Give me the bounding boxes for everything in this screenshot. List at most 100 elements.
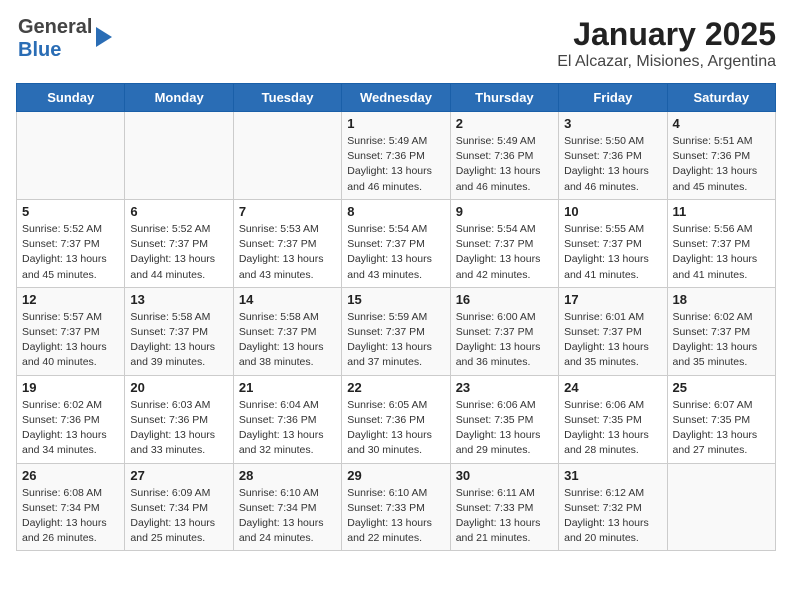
day-info: Sunrise: 6:06 AM Sunset: 7:35 PM Dayligh… [564, 398, 661, 459]
day-number: 4 [673, 116, 770, 131]
page-subtitle: El Alcazar, Misiones, Argentina [557, 53, 776, 71]
calendar-week-row: 12 Sunrise: 5:57 AM Sunset: 7:37 PM Dayli… [17, 287, 776, 375]
day-info: Sunrise: 6:06 AM Sunset: 7:35 PM Dayligh… [456, 398, 553, 459]
calendar-day-cell: 14 Sunrise: 5:58 AM Sunset: 7:37 PM Dayli… [233, 287, 341, 375]
calendar-day-cell: 21Sunrise: 6:04 AM Sunset: 7:36 PM Dayli… [233, 375, 341, 463]
calendar-day-cell: 1 Sunrise: 5:49 AM Sunset: 7:36 PM Daylig… [342, 112, 450, 200]
logo-chevron-icon [96, 27, 112, 47]
day-info: Sunrise: 6:01 AM Sunset: 7:37 PM Dayligh… [564, 310, 661, 371]
day-info: Sunrise: 5:56 AM Sunset: 7:37 PM Dayligh… [673, 222, 770, 283]
calendar-day-cell: 30Sunrise: 6:11 AM Sunset: 7:33 PM Dayli… [450, 463, 558, 551]
day-info: Sunrise: 6:09 AM Sunset: 7:34 PM Dayligh… [130, 486, 227, 547]
day-info: Sunrise: 5:58 AM Sunset: 7:37 PM Dayligh… [130, 310, 227, 371]
day-of-week-header: Sunday [17, 84, 125, 112]
day-number: 19 [22, 380, 119, 395]
day-of-week-header: Tuesday [233, 84, 341, 112]
day-number: 9 [456, 204, 553, 219]
day-info: Sunrise: 5:52 AM Sunset: 7:37 PM Dayligh… [130, 222, 227, 283]
day-info: Sunrise: 6:00 AM Sunset: 7:37 PM Dayligh… [456, 310, 553, 371]
day-number: 3 [564, 116, 661, 131]
day-number: 10 [564, 204, 661, 219]
day-number: 25 [673, 380, 770, 395]
day-info: Sunrise: 5:58 AM Sunset: 7:37 PM Dayligh… [239, 310, 336, 371]
day-info: Sunrise: 5:59 AM Sunset: 7:37 PM Dayligh… [347, 310, 444, 371]
day-info: Sunrise: 6:05 AM Sunset: 7:36 PM Dayligh… [347, 398, 444, 459]
day-info: Sunrise: 6:10 AM Sunset: 7:33 PM Dayligh… [347, 486, 444, 547]
logo-blue: Blue [18, 39, 92, 62]
day-info: Sunrise: 6:04 AM Sunset: 7:36 PM Dayligh… [239, 398, 336, 459]
calendar-day-cell: 2 Sunrise: 5:49 AM Sunset: 7:36 PM Daylig… [450, 112, 558, 200]
calendar-header-row: SundayMondayTuesdayWednesdayThursdayFrid… [17, 84, 776, 112]
day-info: Sunrise: 6:02 AM Sunset: 7:36 PM Dayligh… [22, 398, 119, 459]
calendar-day-cell: 12 Sunrise: 5:57 AM Sunset: 7:37 PM Dayli… [17, 287, 125, 375]
calendar-day-cell: 29 Sunrise: 6:10 AM Sunset: 7:33 PM Dayli… [342, 463, 450, 551]
calendar-day-cell [125, 112, 233, 200]
day-number: 31 [564, 468, 661, 483]
calendar-day-cell: 22 Sunrise: 6:05 AM Sunset: 7:36 PM Dayli… [342, 375, 450, 463]
day-number: 16 [456, 292, 553, 307]
day-info: Sunrise: 5:52 AM Sunset: 7:37 PM Dayligh… [22, 222, 119, 283]
day-info: Sunrise: 5:53 AM Sunset: 7:37 PM Dayligh… [239, 222, 336, 283]
day-info: Sunrise: 5:51 AM Sunset: 7:36 PM Dayligh… [673, 134, 770, 195]
calendar-day-cell: 11Sunrise: 5:56 AM Sunset: 7:37 PM Dayli… [667, 199, 775, 287]
day-info: Sunrise: 5:49 AM Sunset: 7:36 PM Dayligh… [456, 134, 553, 195]
logo-general: General [18, 16, 92, 39]
day-of-week-header: Thursday [450, 84, 558, 112]
calendar-week-row: 5 Sunrise: 5:52 AM Sunset: 7:37 PM Daylig… [17, 199, 776, 287]
day-info: Sunrise: 6:08 AM Sunset: 7:34 PM Dayligh… [22, 486, 119, 547]
day-number: 13 [130, 292, 227, 307]
logo-text: General Blue [18, 16, 92, 62]
calendar-day-cell: 23 Sunrise: 6:06 AM Sunset: 7:35 PM Dayli… [450, 375, 558, 463]
day-of-week-header: Monday [125, 84, 233, 112]
calendar-day-cell: 8Sunrise: 5:54 AM Sunset: 7:37 PM Daylig… [342, 199, 450, 287]
calendar-day-cell: 27 Sunrise: 6:09 AM Sunset: 7:34 PM Dayli… [125, 463, 233, 551]
calendar-day-cell: 5 Sunrise: 5:52 AM Sunset: 7:37 PM Daylig… [17, 199, 125, 287]
calendar-day-cell: 19 Sunrise: 6:02 AM Sunset: 7:36 PM Dayli… [17, 375, 125, 463]
day-info: Sunrise: 5:54 AM Sunset: 7:37 PM Dayligh… [347, 222, 444, 283]
day-number: 12 [22, 292, 119, 307]
day-of-week-header: Friday [559, 84, 667, 112]
day-info: Sunrise: 6:03 AM Sunset: 7:36 PM Dayligh… [130, 398, 227, 459]
day-number: 6 [130, 204, 227, 219]
calendar-day-cell: 10Sunrise: 5:55 AM Sunset: 7:37 PM Dayli… [559, 199, 667, 287]
page-header: General Blue January 2025 El Alcazar, Mi… [16, 16, 776, 71]
calendar-day-cell: 18 Sunrise: 6:02 AM Sunset: 7:37 PM Dayli… [667, 287, 775, 375]
day-info: Sunrise: 6:02 AM Sunset: 7:37 PM Dayligh… [673, 310, 770, 371]
day-number: 14 [239, 292, 336, 307]
day-info: Sunrise: 5:50 AM Sunset: 7:36 PM Dayligh… [564, 134, 661, 195]
day-number: 26 [22, 468, 119, 483]
day-number: 22 [347, 380, 444, 395]
day-info: Sunrise: 6:12 AM Sunset: 7:32 PM Dayligh… [564, 486, 661, 547]
calendar-day-cell: 20Sunrise: 6:03 AM Sunset: 7:36 PM Dayli… [125, 375, 233, 463]
calendar-day-cell: 15 Sunrise: 5:59 AM Sunset: 7:37 PM Dayli… [342, 287, 450, 375]
day-number: 5 [22, 204, 119, 219]
calendar-day-cell: 31 Sunrise: 6:12 AM Sunset: 7:32 PM Dayli… [559, 463, 667, 551]
page-title: January 2025 [557, 16, 776, 53]
day-info: Sunrise: 5:54 AM Sunset: 7:37 PM Dayligh… [456, 222, 553, 283]
day-number: 1 [347, 116, 444, 131]
calendar-day-cell: 6 Sunrise: 5:52 AM Sunset: 7:37 PM Daylig… [125, 199, 233, 287]
day-number: 18 [673, 292, 770, 307]
calendar-week-row: 1 Sunrise: 5:49 AM Sunset: 7:36 PM Daylig… [17, 112, 776, 200]
calendar-week-row: 19 Sunrise: 6:02 AM Sunset: 7:36 PM Dayli… [17, 375, 776, 463]
day-number: 29 [347, 468, 444, 483]
day-of-week-header: Saturday [667, 84, 775, 112]
calendar-day-cell: 26 Sunrise: 6:08 AM Sunset: 7:34 PM Dayli… [17, 463, 125, 551]
calendar-day-cell: 17Sunrise: 6:01 AM Sunset: 7:37 PM Dayli… [559, 287, 667, 375]
day-number: 24 [564, 380, 661, 395]
calendar-day-cell: 13 Sunrise: 5:58 AM Sunset: 7:37 PM Dayli… [125, 287, 233, 375]
day-number: 27 [130, 468, 227, 483]
calendar-day-cell: 25Sunrise: 6:07 AM Sunset: 7:35 PM Dayli… [667, 375, 775, 463]
day-number: 30 [456, 468, 553, 483]
calendar-table: SundayMondayTuesdayWednesdayThursdayFrid… [16, 83, 776, 551]
calendar-day-cell: 4 Sunrise: 5:51 AM Sunset: 7:36 PM Daylig… [667, 112, 775, 200]
day-number: 23 [456, 380, 553, 395]
calendar-day-cell: 28Sunrise: 6:10 AM Sunset: 7:34 PM Dayli… [233, 463, 341, 551]
day-number: 7 [239, 204, 336, 219]
calendar-week-row: 26 Sunrise: 6:08 AM Sunset: 7:34 PM Dayli… [17, 463, 776, 551]
day-info: Sunrise: 5:49 AM Sunset: 7:36 PM Dayligh… [347, 134, 444, 195]
day-number: 2 [456, 116, 553, 131]
day-info: Sunrise: 5:57 AM Sunset: 7:37 PM Dayligh… [22, 310, 119, 371]
calendar-day-cell [17, 112, 125, 200]
day-number: 15 [347, 292, 444, 307]
